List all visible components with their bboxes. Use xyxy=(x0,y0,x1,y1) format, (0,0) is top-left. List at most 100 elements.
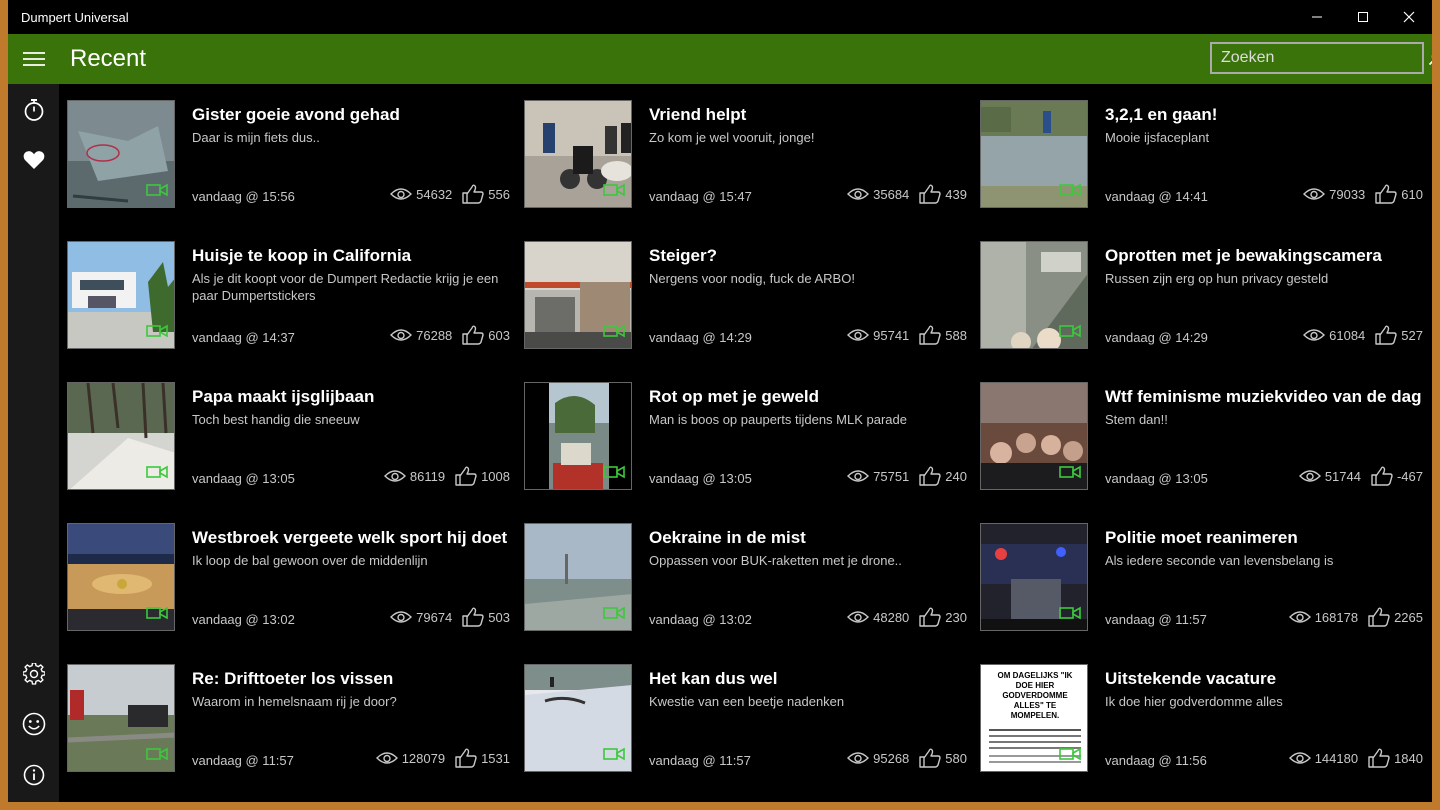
video-card[interactable]: Oekraine in de mist Oppassen voor BUK-rak… xyxy=(524,523,969,631)
video-card[interactable]: Westbroek vergeete welk sport hij doet Ik… xyxy=(67,523,512,631)
video-thumbnail[interactable] xyxy=(980,241,1088,349)
video-title[interactable]: Het kan dus wel xyxy=(649,669,969,689)
video-camera-icon xyxy=(146,606,168,620)
video-card[interactable]: Re: Drifttoeter los vissen Waarom in heme… xyxy=(67,664,512,772)
thumbs-up-icon[interactable] xyxy=(1368,607,1390,627)
video-subtitle: Kwestie van een beetje nadenken xyxy=(649,694,845,709)
view-count: 95741 xyxy=(873,327,910,343)
video-thumbnail[interactable] xyxy=(524,664,632,772)
video-subtitle: Waarom in hemelsnaam rij je door? xyxy=(192,694,397,709)
thumbs-up-icon[interactable] xyxy=(455,466,477,486)
eye-icon xyxy=(383,470,406,482)
video-thumbnail[interactable] xyxy=(67,241,175,349)
about-nav-button[interactable] xyxy=(8,750,59,800)
thumbs-up-icon[interactable] xyxy=(1368,748,1390,768)
video-card[interactable]: OM DAGELIJKS "IK DOE HIER GODVERDOMME AL… xyxy=(980,664,1425,772)
hamburger-icon xyxy=(23,52,45,66)
video-card[interactable]: 3,2,1 en gaan! Mooie ijsfaceplant vandaag … xyxy=(980,100,1425,208)
favorites-nav-button[interactable] xyxy=(8,135,59,185)
kudos-count: 610 xyxy=(1401,186,1423,202)
recent-nav-button[interactable] xyxy=(8,85,59,135)
settings-nav-button[interactable] xyxy=(8,649,59,699)
thumbs-up-icon[interactable] xyxy=(1375,184,1397,204)
video-title[interactable]: Rot op met je geweld xyxy=(649,387,969,407)
thumbs-up-icon[interactable] xyxy=(462,607,484,627)
close-icon xyxy=(1403,11,1415,23)
video-card[interactable]: Papa maakt ijsglijbaan Toch best handig d… xyxy=(67,382,512,490)
video-title[interactable]: Wtf feminisme muziekvideo van de dag xyxy=(1105,387,1425,407)
video-thumbnail[interactable] xyxy=(524,100,632,208)
video-card[interactable]: Het kan dus wel Kwestie van een beetje na… xyxy=(524,664,969,772)
kudos-count: 527 xyxy=(1401,327,1423,343)
video-subtitle: Toch best handig die sneeuw xyxy=(192,412,360,427)
video-title[interactable]: Papa maakt ijsglijbaan xyxy=(192,387,512,407)
thumbs-up-icon[interactable] xyxy=(462,184,484,204)
video-thumbnail[interactable] xyxy=(67,523,175,631)
video-thumbnail[interactable] xyxy=(980,100,1088,208)
video-title[interactable]: Re: Drifttoeter los vissen xyxy=(192,669,512,689)
eye-icon xyxy=(847,470,870,482)
video-stats: 79033 610 xyxy=(1303,184,1423,204)
video-stats: 86119 1008 xyxy=(383,466,510,486)
thumbs-up-icon[interactable] xyxy=(919,466,941,486)
video-stats: 75751 240 xyxy=(847,466,967,486)
view-count: 75751 xyxy=(873,468,910,484)
video-date: vandaag @ 14:41 xyxy=(1105,189,1208,204)
video-thumbnail[interactable] xyxy=(67,100,175,208)
video-card[interactable]: Vriend helpt Zo kom je wel vooruit, jonge… xyxy=(524,100,969,208)
thumbs-up-icon[interactable] xyxy=(919,184,941,204)
video-thumbnail[interactable] xyxy=(67,382,175,490)
search-button[interactable] xyxy=(1428,44,1432,72)
video-thumbnail[interactable] xyxy=(67,664,175,772)
video-card[interactable]: Politie moet reanimeren Als iedere second… xyxy=(980,523,1425,631)
video-camera-icon xyxy=(603,465,625,479)
video-thumbnail[interactable] xyxy=(524,382,632,490)
video-card[interactable]: Rot op met je geweld Man is boos op paupe… xyxy=(524,382,969,490)
view-count: 128079 xyxy=(401,750,446,766)
video-thumbnail[interactable]: OM DAGELIJKS "IK DOE HIER GODVERDOMME AL… xyxy=(980,664,1088,772)
video-title[interactable]: Uitstekende vacature xyxy=(1105,669,1425,689)
maximize-button[interactable] xyxy=(1340,0,1386,34)
video-title[interactable]: Oekraine in de mist xyxy=(649,528,969,548)
video-title[interactable]: Huisje te koop in California xyxy=(192,246,512,266)
kudos-count: 580 xyxy=(945,750,967,766)
thumbs-up-icon[interactable] xyxy=(1375,325,1397,345)
thumbs-up-icon[interactable] xyxy=(919,748,941,768)
video-date: vandaag @ 13:02 xyxy=(649,612,752,627)
video-thumbnail[interactable] xyxy=(524,241,632,349)
stopwatch-icon xyxy=(24,99,43,121)
video-thumbnail[interactable] xyxy=(980,382,1088,490)
menu-button[interactable] xyxy=(8,34,60,84)
video-card[interactable]: Wtf feminisme muziekvideo van de dag Stem… xyxy=(980,382,1425,490)
thumbs-up-icon[interactable] xyxy=(919,607,941,627)
thumbs-up-icon[interactable] xyxy=(462,325,484,345)
thumbs-up-icon[interactable] xyxy=(455,748,477,768)
video-title[interactable]: Vriend helpt xyxy=(649,105,969,125)
video-title[interactable]: Steiger? xyxy=(649,246,969,266)
video-card[interactable]: Gister goeie avond gehad Daar is mijn fie… xyxy=(67,100,512,208)
video-title[interactable]: Politie moet reanimeren xyxy=(1105,528,1425,548)
thumbs-up-icon[interactable] xyxy=(919,325,941,345)
view-count: 51744 xyxy=(1324,468,1361,484)
view-count: 86119 xyxy=(409,468,446,484)
video-camera-icon xyxy=(1059,747,1081,761)
close-button[interactable] xyxy=(1386,0,1432,34)
video-card[interactable]: Steiger? Nergens voor nodig, fuck de ARBO… xyxy=(524,241,969,349)
video-title[interactable]: Gister goeie avond gehad xyxy=(192,105,512,125)
video-card[interactable]: Huisje te koop in California Als je dit k… xyxy=(67,241,512,349)
video-subtitle: Zo kom je wel vooruit, jonge! xyxy=(649,130,815,145)
kudos-count: 439 xyxy=(945,186,967,202)
search-input[interactable] xyxy=(1212,44,1428,72)
video-title[interactable]: Oprotten met je bewakingscamera xyxy=(1105,246,1425,266)
video-title[interactable]: Westbroek vergeete welk sport hij doet xyxy=(192,528,512,548)
video-stats: 144180 1840 xyxy=(1288,748,1423,768)
minimize-button[interactable] xyxy=(1294,0,1340,34)
video-thumbnail[interactable] xyxy=(524,523,632,631)
video-date: vandaag @ 14:29 xyxy=(1105,330,1208,345)
kudos-count: 2265 xyxy=(1394,609,1423,625)
video-thumbnail[interactable] xyxy=(980,523,1088,631)
video-card[interactable]: Oprotten met je bewakingscamera Russen zi… xyxy=(980,241,1425,349)
video-title[interactable]: 3,2,1 en gaan! xyxy=(1105,105,1425,125)
thumbs-up-icon[interactable] xyxy=(1371,466,1393,486)
feedback-nav-button[interactable] xyxy=(8,699,59,749)
